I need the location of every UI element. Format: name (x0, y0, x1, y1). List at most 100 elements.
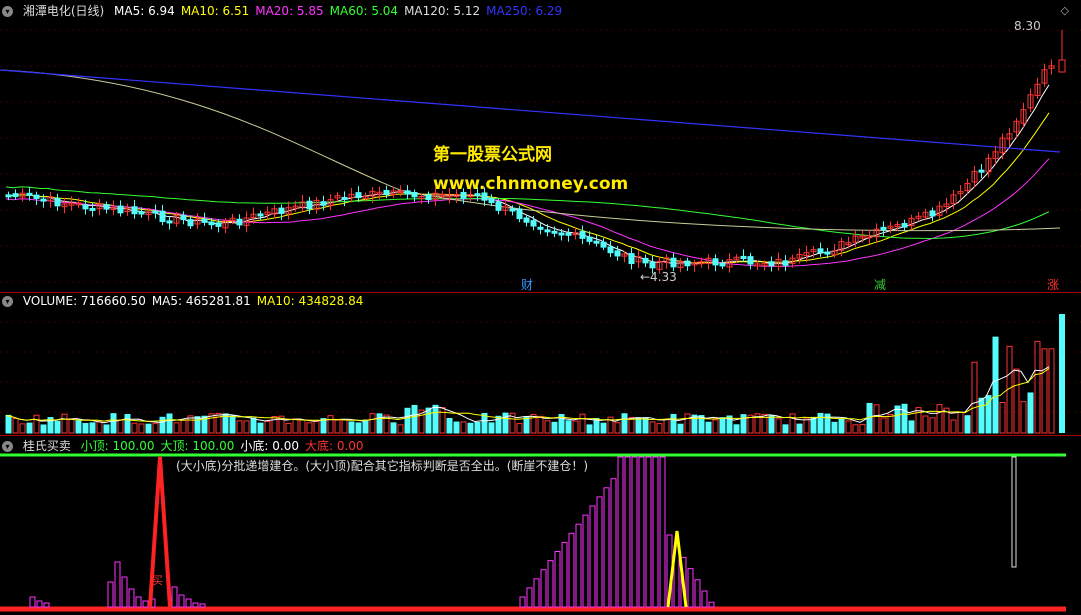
volume-bar (572, 420, 579, 434)
candle-body (180, 214, 187, 221)
ma-label-4: MA120: 5.12 (404, 4, 481, 18)
volume-bar (432, 404, 439, 434)
volume-bar (859, 423, 866, 434)
candle-body (278, 207, 285, 214)
volume-bar (96, 421, 103, 434)
vol-label-2: MA10: 434828.84 (256, 294, 364, 308)
indicator-panel[interactable]: ▾ 桂氏买卖 小顶: 100.00 大顶: 100.00 小底: 0.00 大底: 0… (0, 435, 1081, 615)
volume-bar (411, 404, 418, 434)
histogram-bar (554, 551, 561, 608)
volume-bar (1034, 340, 1041, 434)
histogram-bar (638, 456, 645, 608)
candle-body (880, 226, 887, 231)
volume-bar (5, 414, 12, 434)
indicator-name: 桂氏买卖 (22, 439, 71, 453)
histogram-bar (178, 594, 185, 608)
histogram-bar (624, 456, 631, 608)
volume-bar (425, 407, 432, 434)
vol-label-0: VOLUME: 716660.50 (22, 294, 146, 308)
volume-bar (873, 404, 880, 434)
volume-bar (82, 423, 89, 434)
histogram-bar (610, 478, 617, 608)
histogram-bar (547, 560, 554, 608)
volume-chart[interactable] (0, 292, 1081, 435)
candle-body (614, 250, 621, 257)
histogram-bar (192, 602, 199, 608)
candle-body (5, 194, 12, 198)
ma-label-5: MA250: 6.29 (486, 4, 563, 18)
kline-panel[interactable]: ▾ 湘潭电化(日线) MA5: 6.94 MA10: 6.51 MA20: 5.85… (0, 0, 1081, 292)
volume-bar (586, 424, 593, 434)
volume-bar (89, 422, 96, 434)
volume-panel[interactable]: ▾ VOLUME: 716660.50 MA5: 465281.81 MA10: 4… (0, 292, 1081, 435)
candle-body (684, 260, 691, 267)
candle-body (411, 191, 418, 198)
volume-bar (138, 423, 145, 434)
volume-bar (796, 423, 803, 434)
candle-body (208, 221, 215, 226)
volume-bar (579, 413, 586, 434)
histogram-bar (708, 601, 715, 608)
candle-body (523, 217, 530, 223)
volume-bar (845, 420, 852, 434)
candle-body (782, 260, 789, 266)
candle-body (40, 198, 47, 202)
candle-body (481, 192, 488, 201)
volume-bar (838, 418, 845, 434)
candle-body (187, 219, 194, 227)
volume-bar (75, 420, 82, 434)
histogram-bar (575, 523, 582, 608)
ind-label-3: 大底: 0.00 (304, 439, 364, 453)
volume-bar (642, 417, 649, 434)
candle-body (103, 204, 110, 210)
histogram-bar (561, 541, 568, 608)
histogram-bar (36, 600, 43, 608)
volume-bar (110, 413, 117, 434)
collapse-icon[interactable]: ▾ (2, 441, 13, 452)
candle-body (593, 240, 600, 244)
volume-bar (166, 413, 173, 434)
event-marker-limit-up[interactable]: 涨 (1047, 276, 1059, 292)
volume-bar (12, 418, 19, 434)
volume-bar (299, 419, 306, 434)
candle-body (747, 256, 754, 265)
ma-label-1: MA10: 6.51 (180, 4, 250, 18)
stock-name: 湘潭电化(日线) (22, 4, 105, 18)
volume-bar (719, 417, 726, 434)
histogram-bar (29, 596, 36, 608)
ind-label-1: 大顶: 100.00 (160, 439, 235, 453)
histogram-bar (645, 456, 652, 608)
candle-body (131, 206, 138, 215)
volume-bar (474, 421, 481, 434)
candle-body (600, 241, 607, 248)
event-marker-reduce[interactable]: 减 (874, 276, 886, 292)
candle-body (565, 232, 572, 236)
volume-bar (985, 395, 992, 434)
event-marker-finance[interactable]: 财 (521, 276, 533, 292)
collapse-icon[interactable]: ▾ (2, 296, 13, 307)
volume-bar (243, 420, 250, 434)
candle-body (768, 261, 775, 267)
volume-bar (390, 422, 397, 434)
volume-bar (684, 413, 691, 434)
volume-bar (964, 415, 971, 434)
volume-bar (173, 422, 180, 434)
small-bottom-spike (666, 530, 688, 608)
candle-body (306, 200, 313, 210)
watermark-title: 第一股票公式网 (433, 145, 552, 165)
vol-ma10-line (5, 367, 1050, 422)
volume-bar (61, 413, 68, 434)
candle-body (495, 201, 502, 211)
diamond-icon[interactable]: ◇ (1061, 4, 1069, 17)
collapse-icon[interactable]: ▾ (2, 6, 13, 17)
volume-bar (355, 422, 362, 434)
histogram-bar (185, 598, 192, 608)
volume-bar (887, 413, 894, 434)
candle-body (425, 194, 432, 201)
histogram-bar (687, 568, 694, 608)
volume-bar (404, 407, 411, 434)
volume-bar (383, 414, 390, 434)
volume-bar (117, 419, 124, 434)
ma-label-0: MA5: 6.94 (114, 4, 175, 18)
volume-bar (257, 422, 264, 434)
